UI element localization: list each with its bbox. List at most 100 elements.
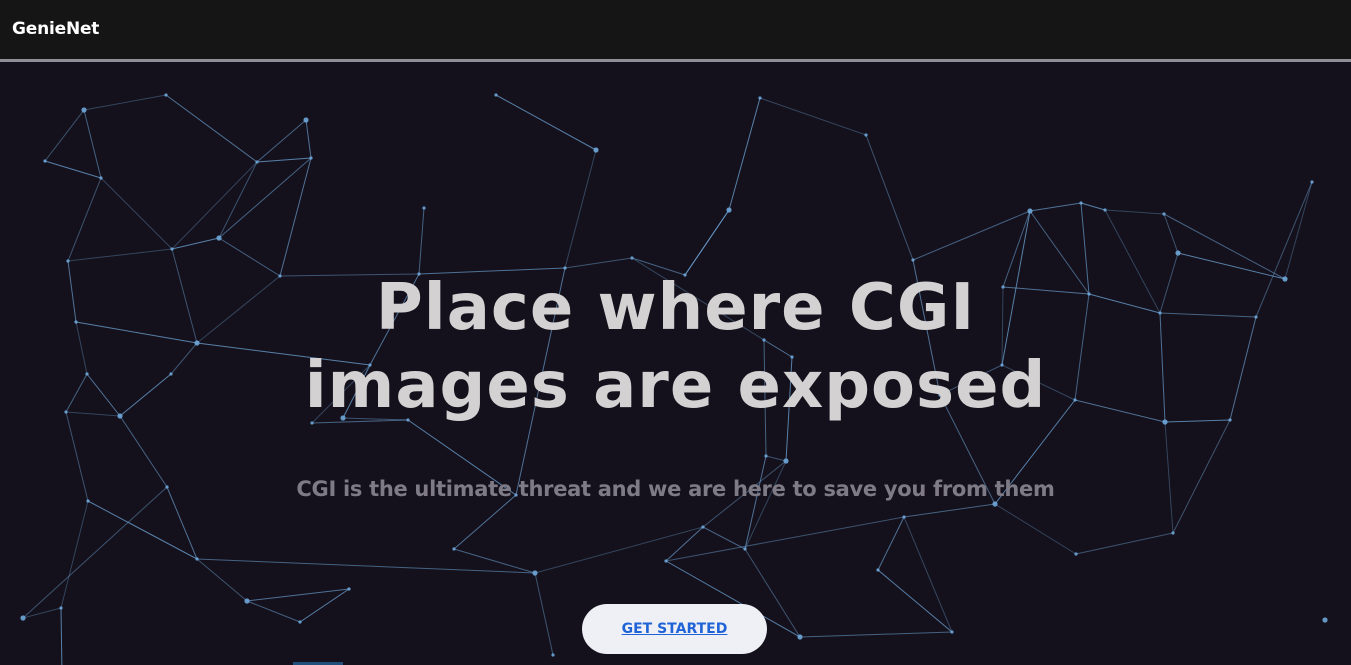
network-node [59,606,63,610]
network-edge [246,600,301,623]
network-edge [100,177,173,250]
network-node [758,96,762,100]
network-node [1162,212,1166,216]
hero-section: Place where CGI images are exposed CGI i… [0,65,1351,665]
network-edge [702,526,746,550]
network-edge [196,558,536,574]
network-node [743,547,747,551]
network-node [99,176,103,180]
network-edge [865,134,914,261]
network-node [1175,250,1181,256]
network-node [244,598,250,604]
network-node [593,147,599,153]
network-node [195,557,199,561]
network-node [20,615,26,621]
network-edge [564,149,597,269]
network-node [1027,208,1033,214]
top-navbar: GenieNet [0,0,1351,62]
network-edge [665,516,905,562]
network-edge [305,119,312,159]
network-node [309,156,313,160]
brand-logo-link[interactable]: GenieNet [12,19,99,39]
network-node [1322,617,1328,623]
network-edge [453,548,536,574]
network-node [1074,552,1078,556]
network-node [1171,531,1175,535]
network-node [43,159,47,163]
network-edge [994,503,1077,555]
network-edge [44,109,85,162]
network-edge [418,207,425,275]
network-node [701,525,705,529]
network-edge [1075,532,1174,555]
network-node [532,570,538,576]
network-node [864,133,868,137]
network-node [783,458,789,464]
network-node [494,93,498,97]
network-edge [165,94,258,163]
network-edge [60,500,89,609]
network-edge [256,119,307,163]
network-node [876,568,880,572]
network-edge [903,516,953,633]
hero-headline-line-1: Place where CGI [375,271,976,345]
network-node [992,501,998,507]
network-edge [495,94,597,151]
network-edge [564,257,633,269]
network-edge [256,157,312,163]
network-edge [279,157,312,277]
network-node [726,207,732,213]
network-edge [799,631,953,638]
network-node [303,117,309,123]
network-edge [1104,209,1165,215]
network-edge [684,209,730,276]
network-edge [67,248,173,262]
network-node [164,93,168,97]
hero-subheadline: CGI is the ultimate threat and we are he… [296,477,1055,501]
network-edge [44,160,102,179]
network-edge [67,177,102,262]
network-node [347,587,351,591]
network-edge [171,237,220,250]
network-edge [83,94,167,111]
network-edge [744,455,767,550]
network-edge [912,210,1031,261]
network-node [1310,180,1314,184]
network-edge [877,569,953,633]
hero-headline-line-2: images are exposed [304,349,1047,423]
network-edge [218,157,312,239]
network-edge [765,455,787,462]
network-edge [60,607,63,665]
network-edge [171,161,258,250]
network-node [1079,201,1083,205]
network-node [911,258,915,262]
network-node [630,256,634,260]
network-edge [22,486,168,619]
network-node [170,247,174,251]
network-node [797,634,803,640]
network-edge [744,460,787,550]
network-node [66,259,70,263]
network-edge [1080,202,1106,211]
network-node [902,515,906,519]
network-edge [1284,181,1313,280]
network-edge [759,97,867,136]
network-node [452,547,456,551]
network-node [216,235,222,241]
network-node [950,630,954,634]
network-node [764,454,768,458]
network-node [1103,208,1107,212]
network-node [81,107,87,113]
network-edge [218,161,258,239]
network-edge [903,503,996,518]
network-edge [453,494,517,550]
network-edge [728,97,761,211]
network-edge [534,572,554,656]
network-node [664,559,668,563]
network-node [422,206,426,210]
network-node [298,620,302,624]
network-edge [1029,202,1082,212]
network-node [551,653,555,657]
network-edge [877,516,905,571]
get-started-button[interactable]: GET STARTED [582,604,767,654]
